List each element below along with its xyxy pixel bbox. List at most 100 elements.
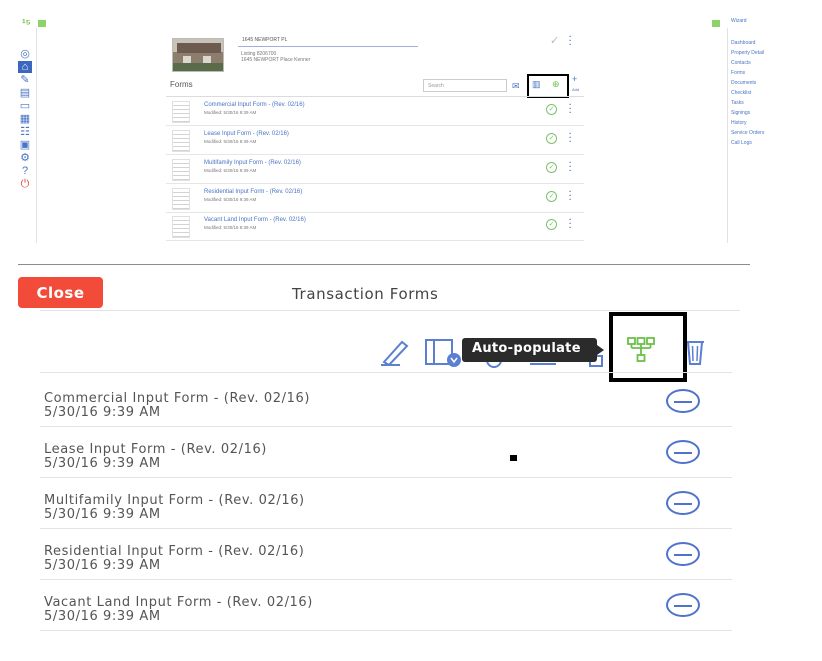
nav-documents[interactable]: Documents: [731, 78, 764, 88]
form-row[interactable]: Vacant Land Input Form - (Rev. 02/16) 5/…: [40, 580, 732, 631]
kebab-menu-icon[interactable]: · · ·: [569, 188, 572, 204]
help-icon[interactable]: ?: [18, 165, 32, 177]
section-separator: [18, 264, 750, 265]
contacts-icon[interactable]: ☷: [18, 126, 32, 138]
form-row[interactable]: Multifamily Input Form - (Rev. 02/16) 5/…: [40, 478, 732, 529]
mini-form-modified: Modified: 5/30/16 9:39 AM: [204, 225, 257, 230]
dashboard-icon[interactable]: ◎: [18, 48, 32, 60]
remove-form-button[interactable]: [666, 542, 700, 566]
plus-icon[interactable]: +: [572, 74, 577, 84]
download-forms-icon[interactable]: [424, 336, 464, 368]
form-row[interactable]: Lease Input Form - (Rev. 02/16) 5/30/16 …: [40, 427, 732, 478]
form-thumbnail: [172, 101, 190, 123]
kebab-menu-icon[interactable]: · · ·: [569, 33, 572, 49]
mini-form-modified: Modified: 5/30/16 9:39 AM: [204, 168, 257, 173]
mini-form-name[interactable]: Lease Input Form - (Rev. 02/16): [204, 131, 289, 137]
kebab-menu-icon[interactable]: · · ·: [569, 216, 572, 232]
home-icon[interactable]: ⌂: [18, 61, 32, 73]
cursor-dot: [510, 455, 517, 461]
form-date: 5/30/16 9:39 AM: [44, 558, 161, 573]
mini-form-name[interactable]: Commercial Input Form - (Rev. 02/16): [204, 102, 305, 108]
kebab-menu-icon[interactable]: · · ·: [569, 159, 572, 175]
right-menu-divider: [727, 28, 728, 243]
form-row[interactable]: Residential Input Form - (Rev. 02/16) 5/…: [40, 529, 732, 580]
check-circle-icon[interactable]: ✓: [546, 133, 557, 144]
nav-dashboard[interactable]: Dashboard: [731, 38, 764, 48]
edit-pencil-icon[interactable]: [378, 336, 412, 366]
form-thumbnail: [172, 216, 190, 238]
mini-form-name[interactable]: Vacant Land Input Form - (Rev. 02/16): [204, 217, 306, 223]
nav-checklist[interactable]: Checklist: [731, 88, 764, 98]
property-address[interactable]: 1645 NEWPORT PL: [238, 34, 418, 47]
email-icon[interactable]: ✉: [512, 81, 520, 92]
mini-form-row[interactable]: Multifamily Input Form - (Rev. 02/16) Mo…: [166, 156, 584, 184]
form-name: Residential Input Form - (Rev. 02/16): [44, 544, 305, 559]
check-circle-icon[interactable]: ✓: [546, 162, 557, 173]
toolbar-divider: [40, 372, 732, 373]
title-divider: [40, 310, 740, 311]
close-button[interactable]: Close: [18, 277, 103, 308]
kebab-menu-icon[interactable]: · · ·: [569, 130, 572, 146]
form-date: 5/30/16 9:39 AM: [44, 609, 161, 624]
form-thumbnail: [172, 188, 190, 210]
form-date: 5/30/16 9:39 AM: [44, 405, 161, 420]
mini-form-name[interactable]: Residential Input Form - (Rev. 02/16): [204, 189, 302, 195]
calendar-icon[interactable]: ▦: [18, 113, 32, 125]
check-icon[interactable]: ✓: [550, 34, 559, 47]
kebab-menu-icon[interactable]: · · ·: [569, 101, 572, 117]
power-icon[interactable]: ⏻: [18, 178, 32, 190]
nav-service-orders[interactable]: Service Orders: [731, 128, 764, 138]
id-card-icon[interactable]: ▣: [18, 139, 32, 151]
settings-icon[interactable]: ⚙: [18, 152, 32, 164]
form-thumbnail: [172, 159, 190, 181]
document-icon[interactable]: ▤: [18, 87, 32, 99]
form-date: 5/30/16 9:39 AM: [44, 507, 161, 522]
remove-form-button[interactable]: [666, 491, 700, 515]
form-date: 5/30/16 9:39 AM: [44, 456, 161, 471]
mini-form-row[interactable]: Vacant Land Input Form - (Rev. 02/16) Mo…: [166, 213, 584, 241]
remove-form-button[interactable]: [666, 440, 700, 464]
form-name: Lease Input Form - (Rev. 02/16): [44, 442, 267, 457]
left-rail: ◎ ⌂ ✎ ▤ ▭ ▦ ☷ ▣ ⚙ ? ⏻: [14, 48, 36, 191]
mini-form-modified: Modified: 5/30/16 9:39 AM: [204, 110, 257, 115]
toolbar-highlight-box: [527, 74, 569, 98]
trash-icon[interactable]: [684, 336, 706, 366]
remove-form-button[interactable]: [666, 593, 700, 617]
check-circle-icon[interactable]: ✓: [546, 219, 557, 230]
nav-property-detail[interactable]: Property Detail: [731, 48, 764, 58]
nav-tasks[interactable]: Tasks: [731, 98, 764, 108]
nav-call-logs[interactable]: Call Logs: [731, 138, 764, 148]
top-bar-accent: [38, 20, 46, 27]
mini-form-row[interactable]: Residential Input Form - (Rev. 02/16) Mo…: [166, 185, 584, 213]
forms-heading: Forms: [170, 80, 193, 89]
mini-form-modified: Modified: 5/30/16 9:39 AM: [204, 197, 257, 202]
wizard-link[interactable]: Wizard: [731, 18, 764, 24]
mini-form-row[interactable]: Lease Input Form - (Rev. 02/16) Modified…: [166, 127, 584, 155]
form-thumbnail: [172, 130, 190, 152]
form-name: Commercial Input Form - (Rev. 02/16): [44, 391, 310, 406]
mini-form-modified: Modified: 5/30/16 9:39 AM: [204, 139, 257, 144]
edit-icon[interactable]: ✎: [18, 74, 32, 86]
transaction-screenshot: ¹⁵ ◎ ⌂ ✎ ▤ ▭ ▦ ☷ ▣ ⚙ ? ⏻ 1645 NEWPORT PL…: [0, 0, 822, 245]
nav-contacts[interactable]: Contacts: [731, 58, 764, 68]
check-circle-icon[interactable]: ✓: [546, 104, 557, 115]
nav-history[interactable]: History: [731, 118, 764, 128]
check-circle-icon[interactable]: ✓: [546, 191, 557, 202]
nav-forms[interactable]: Forms: [731, 68, 764, 78]
mini-form-name[interactable]: Multifamily Input Form - (Rev. 02/16): [204, 160, 301, 166]
mini-form-row[interactable]: Commercial Input Form - (Rev. 02/16) Mod…: [166, 98, 584, 126]
folder-icon[interactable]: ▭: [18, 100, 32, 112]
property-photo: [172, 38, 224, 72]
right-nav-menu: Wizard Dashboard Property Detail Contact…: [731, 18, 764, 148]
form-name: Vacant Land Input Form - (Rev. 02/16): [44, 595, 313, 610]
nav-signings[interactable]: Signings: [731, 108, 764, 118]
app-logo: ¹⁵: [22, 18, 31, 30]
panel-title: Transaction Forms: [292, 285, 439, 303]
remove-form-button[interactable]: [666, 389, 700, 413]
forms-search-input[interactable]: Search: [423, 79, 507, 92]
form-row[interactable]: Commercial Input Form - (Rev. 02/16) 5/3…: [40, 376, 732, 427]
auto-populate-tooltip: Auto-populate: [462, 338, 604, 362]
listing-address: 1645 NEWPORT Place Kenner: [241, 57, 311, 63]
left-rail-divider: [36, 28, 37, 243]
add-label[interactable]: Add: [572, 87, 579, 92]
